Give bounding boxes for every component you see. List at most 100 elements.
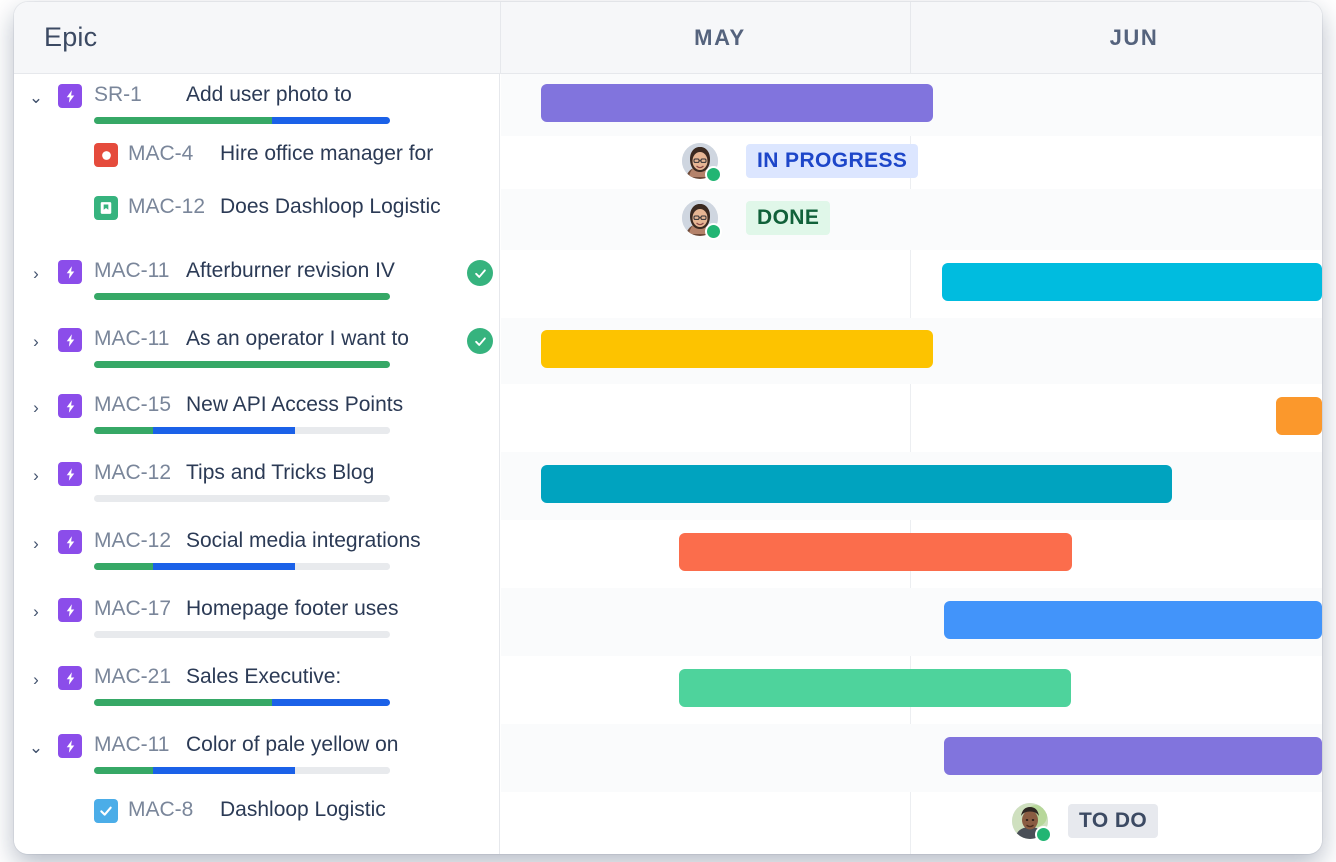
progress-bar <box>94 767 390 774</box>
timeline-row <box>501 588 1322 656</box>
child-list-row[interactable]: MAC-4 Hire office manager for <box>14 136 499 189</box>
chevron-right-icon[interactable]: › <box>26 671 46 688</box>
epic-list-row[interactable]: › MAC-11 Afterburner revision IV <box>14 250 499 318</box>
epic-list-row[interactable]: ⌄ MAC-11 Color of pale yellow on <box>14 724 499 792</box>
timeline-chart-pane: IN PROGRESS DONE TO DO <box>501 74 1322 854</box>
epic-list-row[interactable]: › MAC-11 As an operator I want to <box>14 318 499 384</box>
timeline-bar[interactable] <box>942 263 1322 301</box>
epic-list-row[interactable]: › MAC-21 Sales Executive: <box>14 656 499 724</box>
issue-summary[interactable]: Social media integrations <box>186 529 421 553</box>
epic-column-header: Epic <box>44 22 98 52</box>
issue-key[interactable]: MAC-17 <box>94 597 171 621</box>
timeline-bar[interactable] <box>679 669 1071 707</box>
issue-summary[interactable]: Tips and Tricks Blog <box>186 461 374 485</box>
timeline-body: ⌄ SR-1 Add user photo to MAC-4 Hire office m… <box>14 74 1322 854</box>
issue-summary[interactable]: New API Access Points <box>186 393 403 417</box>
epic-list-row[interactable]: › MAC-12 Tips and Tricks Blog <box>14 452 499 520</box>
timeline-bar[interactable] <box>679 533 1072 571</box>
issue-key[interactable]: MAC-11 <box>94 327 169 351</box>
issue-key[interactable]: MAC-11 <box>94 259 169 283</box>
timeline-bar[interactable] <box>1276 397 1322 435</box>
issue-summary[interactable]: Does Dashloop Logistic <box>220 195 441 219</box>
progress-bar <box>94 699 390 706</box>
chevron-right-icon[interactable]: › <box>26 399 46 416</box>
issue-summary[interactable]: As an operator I want to <box>186 327 409 351</box>
bug-icon <box>94 143 118 167</box>
epic-bolt-icon <box>58 328 82 352</box>
issue-summary[interactable]: Hire office manager for <box>220 142 433 166</box>
issue-key[interactable]: MAC-11 <box>94 733 169 757</box>
timeline-bar[interactable] <box>944 737 1322 775</box>
chevron-right-icon[interactable]: › <box>26 467 46 484</box>
epic-list-row[interactable]: ⌄ SR-1 Add user photo to <box>14 74 499 136</box>
issue-key[interactable]: MAC-21 <box>94 665 171 689</box>
progress-segment-green <box>94 293 390 300</box>
issue-key[interactable]: MAC-12 <box>128 195 205 219</box>
chevron-down-icon[interactable]: ⌄ <box>26 739 46 756</box>
issue-key[interactable]: SR-1 <box>94 83 142 107</box>
progress-segment-green <box>94 117 272 124</box>
presence-online-icon <box>705 223 722 240</box>
child-list-row[interactable]: MAC-8 Dashloop Logistic <box>14 792 499 854</box>
epic-bolt-icon <box>58 260 82 284</box>
progress-bar <box>94 361 390 368</box>
progress-bar <box>94 427 390 434</box>
timeline-bar[interactable] <box>541 465 1172 503</box>
issue-key[interactable]: MAC-12 <box>94 529 171 553</box>
epic-list-row[interactable]: › MAC-17 Homepage footer uses <box>14 588 499 656</box>
status-badge[interactable]: IN PROGRESS <box>746 144 919 178</box>
status-badge-label: IN PROGRESS <box>757 149 908 172</box>
epic-bolt-icon <box>58 84 82 108</box>
header-divider-2 <box>910 2 911 74</box>
issue-summary[interactable]: Afterburner revision IV <box>186 259 395 283</box>
month-header-jun: JUN <box>1109 25 1159 50</box>
epic-list-row[interactable]: › MAC-12 Social media integrations <box>14 520 499 588</box>
timeline-row <box>501 250 1322 318</box>
child-list-row[interactable]: MAC-12 Does Dashloop Logistic <box>14 189 499 250</box>
progress-segment-blue <box>153 427 296 434</box>
progress-bar <box>94 293 390 300</box>
timeline-bar[interactable] <box>541 330 933 368</box>
issue-summary[interactable]: Dashloop Logistic <box>220 798 386 822</box>
epic-bolt-icon <box>58 394 82 418</box>
timeline-row <box>501 520 1322 588</box>
issue-summary[interactable]: Color of pale yellow on <box>186 733 398 757</box>
issue-key[interactable]: MAC-15 <box>94 393 171 417</box>
chevron-right-icon[interactable]: › <box>26 603 46 620</box>
month-header-may: MAY <box>694 25 746 50</box>
progress-segment-gray <box>295 563 390 570</box>
issue-summary[interactable]: Homepage footer uses <box>186 597 398 621</box>
chevron-right-icon[interactable]: › <box>26 535 46 552</box>
chevron-right-icon[interactable]: › <box>26 333 46 350</box>
issue-summary[interactable]: Add user photo to <box>186 83 352 107</box>
timeline-row <box>501 452 1322 520</box>
timeline-row: IN PROGRESS <box>501 136 1322 189</box>
timeline-screenshot: Epic MAY JUN ⌄ SR-1 Add user photo to MAC-4… <box>0 0 1336 862</box>
epic-bolt-icon <box>58 598 82 622</box>
progress-bar <box>94 495 390 502</box>
status-badge[interactable]: TO DO <box>1068 804 1159 838</box>
timeline-row <box>501 384 1322 452</box>
progress-bar <box>94 631 390 638</box>
issue-key[interactable]: MAC-8 <box>128 798 193 822</box>
progress-bar <box>94 117 390 124</box>
timeline-row: DONE <box>501 189 1322 250</box>
timeline-bar[interactable] <box>541 84 933 122</box>
issue-key[interactable]: MAC-4 <box>128 142 193 166</box>
timeline-row <box>501 318 1322 384</box>
epic-list-row[interactable]: › MAC-15 New API Access Points <box>14 384 499 452</box>
chevron-down-icon[interactable]: ⌄ <box>26 89 46 106</box>
status-badge[interactable]: DONE <box>746 201 831 235</box>
progress-bar <box>94 563 390 570</box>
progress-segment-blue <box>271 699 390 706</box>
progress-segment-green <box>94 699 272 706</box>
progress-segment-blue <box>153 767 296 774</box>
timeline-bar[interactable] <box>944 601 1322 639</box>
epic-bolt-icon <box>58 530 82 554</box>
progress-segment-gray <box>295 427 390 434</box>
chevron-right-icon[interactable]: › <box>26 265 46 282</box>
issue-summary[interactable]: Sales Executive: <box>186 665 341 689</box>
progress-segment-gray <box>94 495 390 502</box>
issue-key[interactable]: MAC-12 <box>94 461 171 485</box>
story-icon <box>94 196 118 220</box>
